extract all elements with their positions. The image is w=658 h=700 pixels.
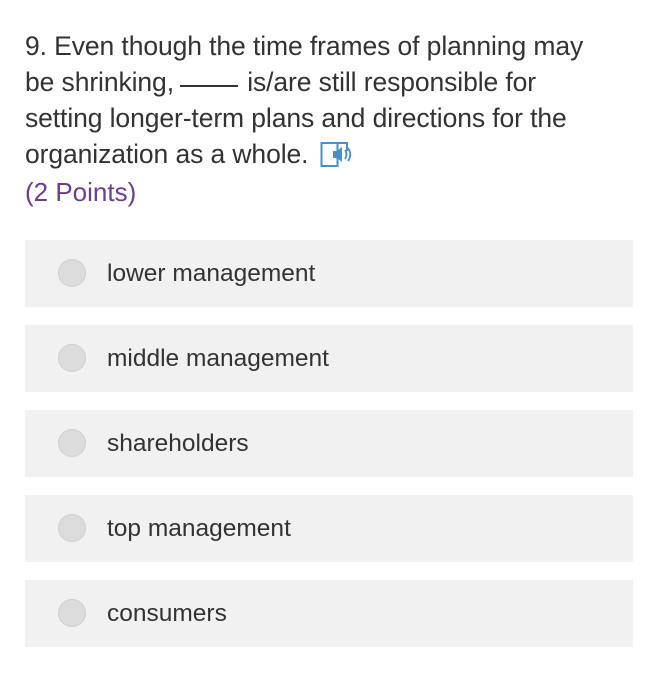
question-line-4-text: organization as a whole. (25, 139, 309, 169)
fill-in-blank (179, 85, 238, 87)
immersive-reader-speaker-icon[interactable] (320, 139, 356, 169)
option-shareholders[interactable]: shareholders (25, 410, 633, 477)
option-top-management[interactable]: top management (25, 495, 633, 562)
option-label: top management (107, 515, 291, 542)
option-label: middle management (107, 345, 329, 372)
question-text: 9. Even though the time frames of planni… (25, 28, 635, 172)
radio-button[interactable] (58, 259, 86, 287)
question-points: (2 Points) (25, 177, 137, 207)
radio-button[interactable] (58, 344, 86, 372)
radio-button[interactable] (58, 514, 86, 542)
question-line-4: organization as a whole. (25, 136, 635, 172)
option-label: consumers (107, 600, 227, 627)
option-middle-management[interactable]: middle management (25, 325, 633, 392)
question-line-3: setting longer-term plans and directions… (25, 103, 567, 133)
option-lower-management[interactable]: lower management (25, 240, 633, 307)
option-consumers[interactable]: consumers (25, 580, 633, 647)
radio-button[interactable] (58, 599, 86, 627)
radio-button[interactable] (58, 429, 86, 457)
question-line-2: be shrinking, is/are still responsible f… (25, 64, 635, 100)
question-line-1: 9. Even though the time frames of planni… (25, 31, 584, 61)
question-line-2-after-blank: is/are still responsible for (247, 67, 537, 97)
option-label: lower management (107, 260, 316, 287)
option-label: shareholders (107, 430, 249, 457)
question-line-2-before-blank: be shrinking, (25, 67, 174, 97)
answer-options: lower management middle management share… (25, 240, 633, 665)
